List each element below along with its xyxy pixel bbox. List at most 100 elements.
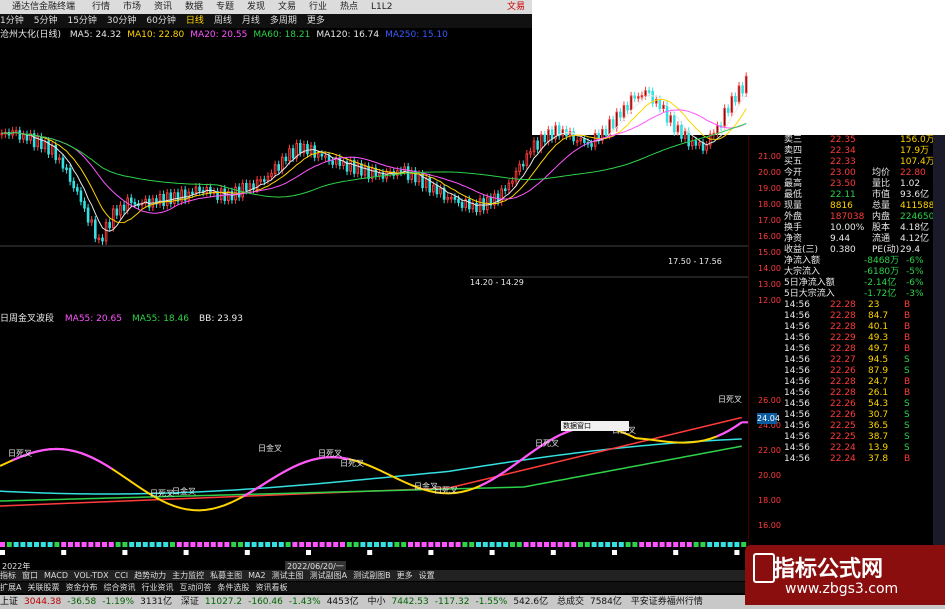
sh-label[interactable]: 上证 (0, 597, 18, 607)
menu-item-8[interactable]: 热点 (340, 0, 358, 14)
zx-amount: 542.6亿 (513, 597, 549, 607)
signal-cell (598, 542, 604, 547)
menu-item-5[interactable]: 发现 (247, 0, 265, 14)
menu-item-4[interactable]: 专题 (216, 0, 234, 14)
signal-cell (20, 542, 26, 547)
signal-cell (380, 542, 386, 547)
indicator-tab-5[interactable]: 趋势动力 (134, 571, 166, 580)
quote-row: 大宗流入 -6180万 -5% (748, 267, 933, 278)
candle (263, 179, 266, 182)
period-9[interactable]: 更多 (307, 14, 325, 28)
info-tab-6[interactable]: 条件选股 (217, 583, 249, 592)
right-tool-strip[interactable] (933, 135, 945, 585)
zx-pct: -1.55% (475, 597, 508, 607)
candle (122, 204, 126, 211)
menu-item-2[interactable]: 资讯 (154, 0, 172, 14)
candle (536, 140, 539, 150)
candle (68, 167, 72, 182)
info-tab-3[interactable]: 综合资讯 (103, 583, 135, 592)
candle (575, 140, 579, 143)
signal-cell (523, 542, 529, 547)
signal-label: 日死叉 (434, 486, 458, 495)
tick-volume: 36.5 (868, 421, 889, 431)
info-tab-5[interactable]: 互动问答 (179, 583, 211, 592)
sh-amount: 3131亿 (140, 597, 172, 607)
menu-item-0[interactable]: 行情 (92, 0, 110, 14)
broker-name[interactable]: 平安证券福州行情 (631, 597, 703, 607)
signal-cell (278, 542, 284, 547)
signal-marker (489, 550, 495, 555)
signal-marker (61, 550, 67, 555)
signal-cell (659, 542, 665, 547)
tick-side: S (904, 366, 910, 376)
indicator-tab-6[interactable]: 主力监控 (172, 571, 204, 580)
candle (744, 75, 748, 94)
kline-chart[interactable]: 11.4714.20 - 14.2917.50 - 17.56 (0, 42, 748, 312)
period-5[interactable]: 日线 (186, 14, 204, 28)
candle (277, 164, 280, 171)
signal-cell (319, 542, 325, 547)
candle (644, 90, 647, 97)
menu-item-7[interactable]: 行业 (309, 0, 327, 14)
period-8[interactable]: 多周期 (270, 14, 297, 28)
period-0[interactable]: 1分钟 (0, 14, 24, 28)
period-2[interactable]: 15分钟 (67, 14, 96, 28)
indicator-tab-0[interactable]: 指标 (0, 571, 16, 580)
indicator-tab-13[interactable]: 设置 (419, 571, 435, 580)
period-6[interactable]: 周线 (214, 14, 232, 28)
candle (680, 124, 683, 139)
indicator-tab-1[interactable]: 窗口 (22, 571, 38, 580)
candle (608, 119, 611, 136)
zx-change: -117.32 (434, 597, 470, 607)
info-tab-7[interactable]: 资讯看板 (255, 583, 287, 592)
data-tooltip[interactable]: 数据窗口 (561, 421, 629, 431)
info-tab-4[interactable]: 行业资讯 (141, 583, 173, 592)
quote-label2: 总量 (872, 201, 891, 211)
info-tab-0[interactable]: 扩展A (0, 583, 21, 592)
quote-row: 现量 8816 总量 411588 (748, 201, 934, 212)
period-7[interactable]: 月线 (242, 14, 260, 28)
signal-marker (550, 550, 556, 555)
signal-cell (462, 542, 468, 547)
signal-marker (306, 550, 311, 555)
indicator-tab-2[interactable]: MACD (44, 571, 68, 580)
tick-side: S (904, 432, 910, 442)
signal-cell (401, 542, 407, 547)
indicator-tab-4[interactable]: CCI (115, 571, 129, 580)
signal-cell (231, 542, 237, 547)
menu-item-6[interactable]: 文易 (278, 0, 296, 14)
tick-volume: 38.7 (868, 432, 889, 442)
period-3[interactable]: 30分钟 (107, 14, 136, 28)
period-1[interactable]: 5分钟 (34, 14, 58, 28)
tick-time: 14:56 (784, 388, 810, 398)
zx-label[interactable]: 中小 (367, 597, 385, 607)
candle (399, 170, 403, 173)
sz-label[interactable]: 深证 (181, 597, 199, 607)
indicator-tab-9[interactable]: 测试主图 (272, 571, 304, 580)
indicator-tab-11[interactable]: 测试副图B (353, 571, 391, 580)
indicator-tab-7[interactable]: 私募主图 (210, 571, 242, 580)
flow-value: -8468万 (864, 256, 900, 266)
quote-row: 净资 9.44 流通 4.12亿 (748, 234, 933, 245)
sz-amount: 4453亿 (326, 597, 359, 607)
signal-cell (238, 542, 243, 547)
quote-value2: 107.4万 (900, 157, 935, 167)
indicator-tab-8[interactable]: MA2 (248, 571, 265, 580)
menu-item-1[interactable]: 市场 (123, 0, 141, 14)
tick-price: 22.28 (830, 377, 856, 387)
info-tab-1[interactable]: 关联股票 (27, 583, 59, 592)
indicator-chart[interactable]: 日死叉日金叉日死叉日死叉日金叉日死叉日死叉日金叉日死叉日死叉日金叉 (0, 326, 748, 551)
period-4[interactable]: 60分钟 (146, 14, 175, 28)
quote-row: 14:56 22.25 36.5 S (748, 421, 933, 432)
indicator-tab-3[interactable]: VOL-TDX (74, 571, 109, 580)
indicator-tab-12[interactable]: 更多 (397, 571, 413, 580)
sub-legend-0: MA55: 20.65 (64, 314, 122, 324)
info-tab-2[interactable]: 资金分布 (65, 583, 97, 592)
trade-button[interactable]: 文易 (507, 0, 525, 14)
quote-row: 卖四 22.34 17.9万 (748, 146, 933, 157)
menu-item-3[interactable]: 数据 (185, 0, 203, 14)
quote-label: 现量 (784, 201, 803, 211)
app-name: 通达信金融终端 (12, 2, 76, 12)
menu-item-9[interactable]: L1L2 (371, 0, 392, 14)
indicator-tab-10[interactable]: 测试副图A (310, 571, 347, 580)
